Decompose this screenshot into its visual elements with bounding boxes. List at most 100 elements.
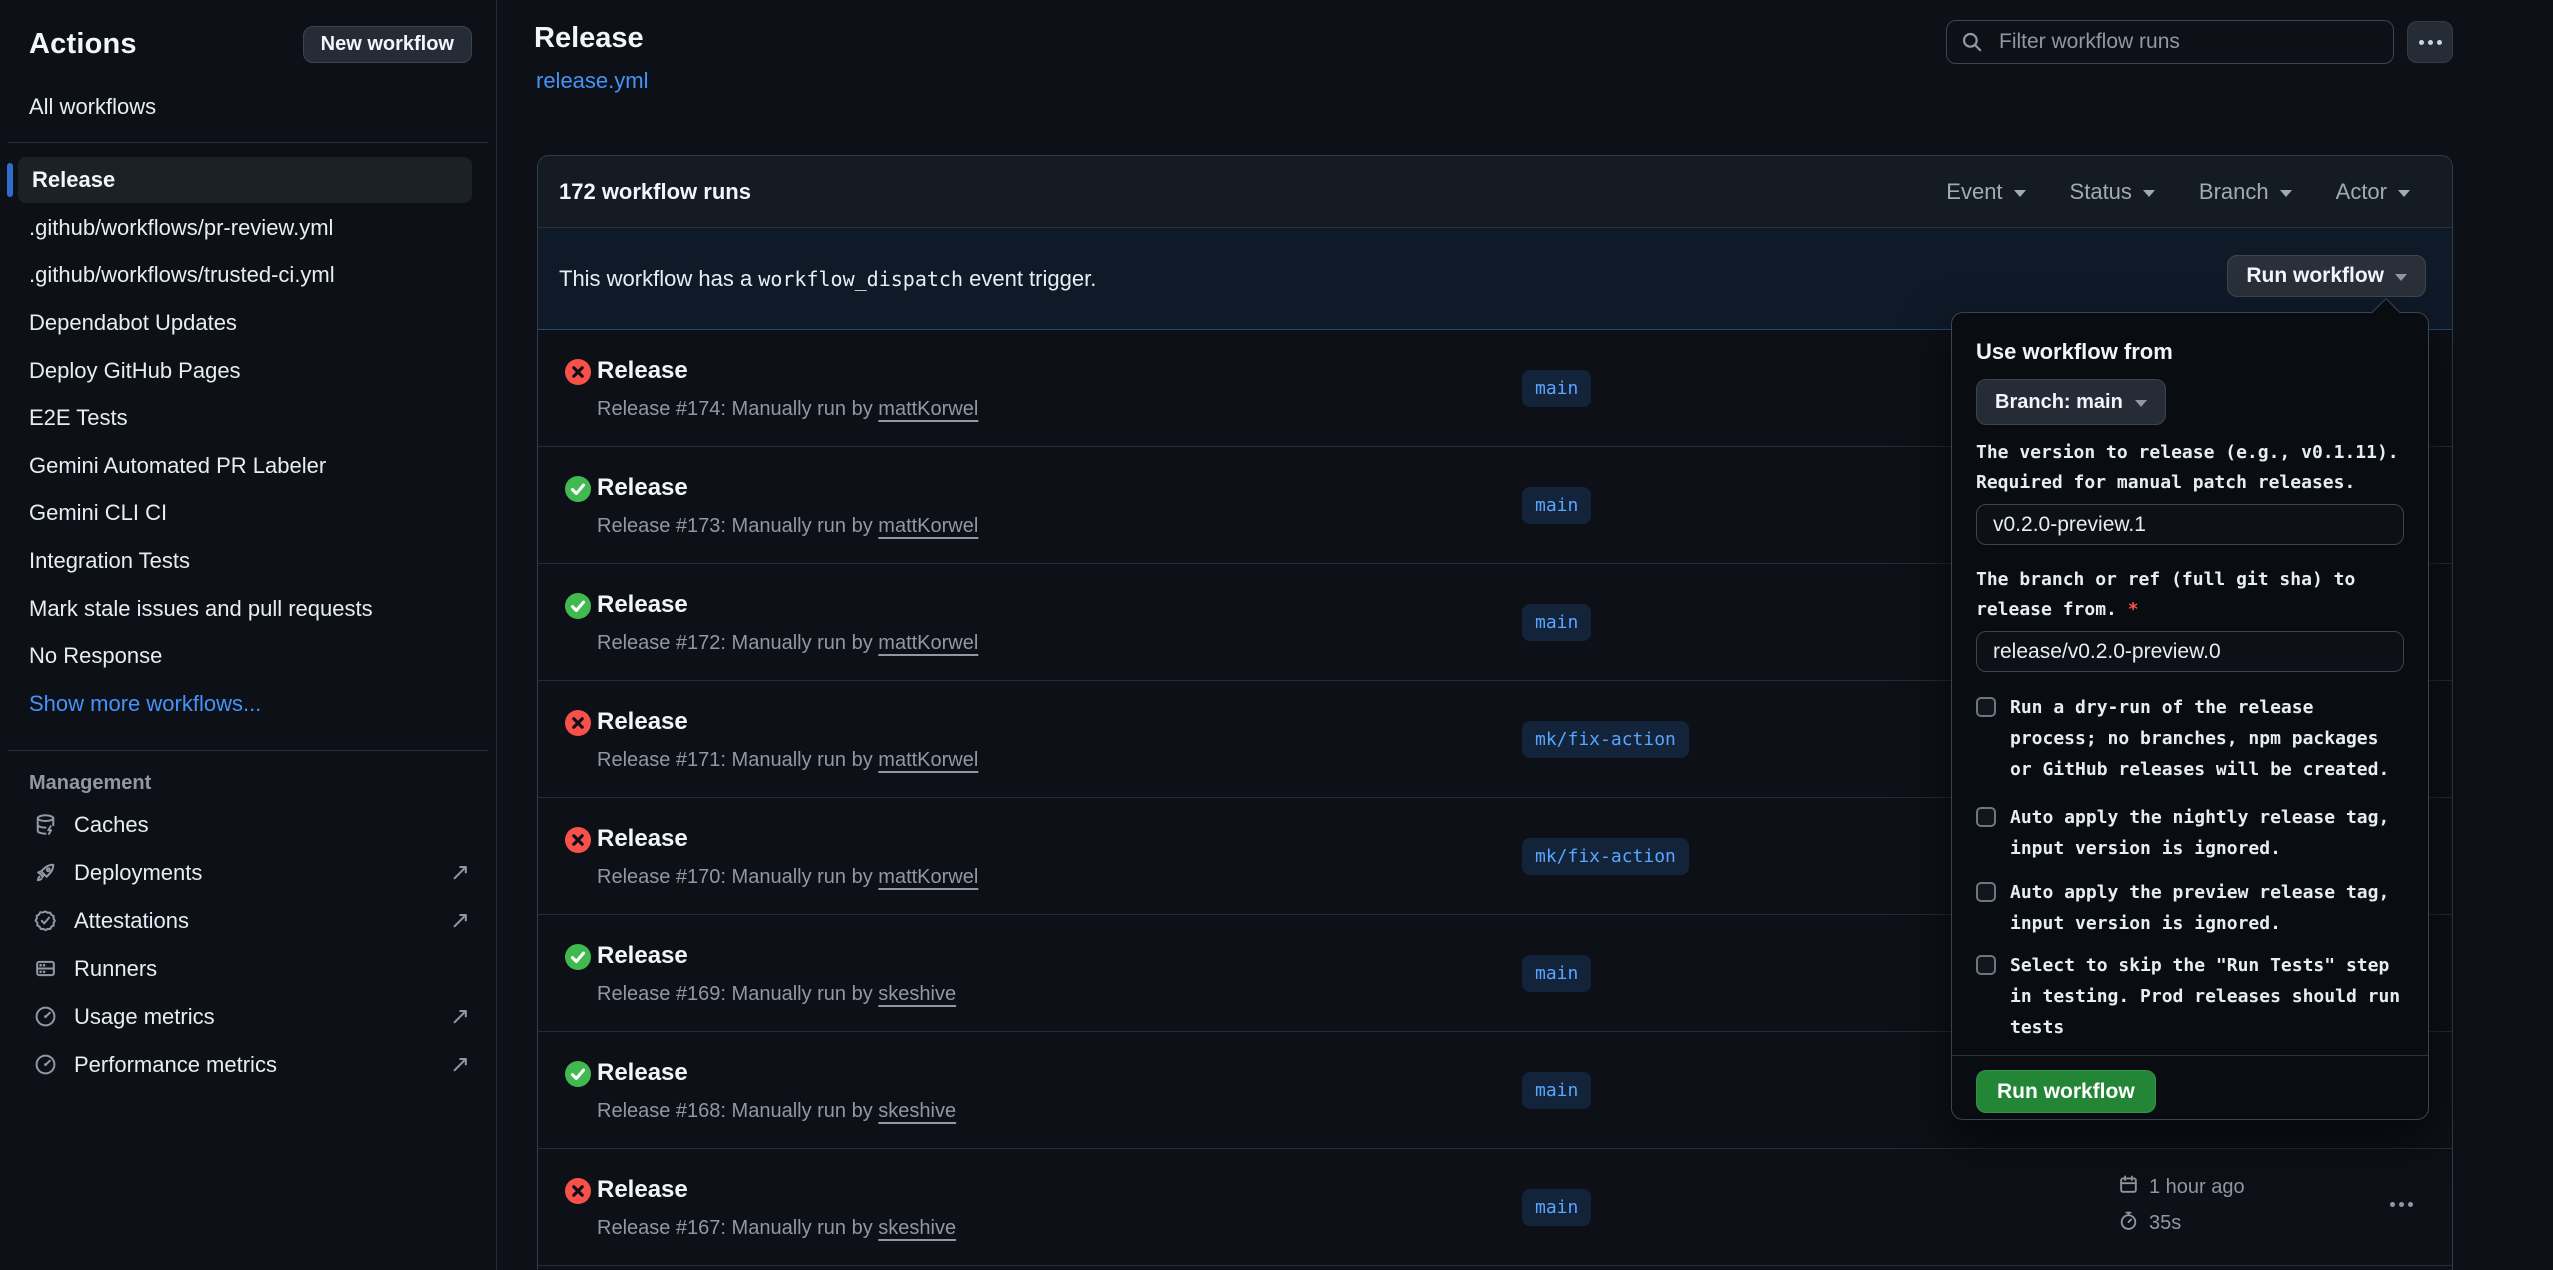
runs-count: 172 workflow runs	[559, 179, 751, 205]
sidebar-item-performance-metrics[interactable]: Performance metrics ↗	[0, 1041, 496, 1089]
checkbox-input[interactable]	[1976, 955, 1996, 975]
sidebar-item-deploy-github-pages[interactable]: Deploy GitHub Pages	[0, 347, 496, 395]
sidebar-item-usage-metrics[interactable]: Usage metrics↗	[0, 993, 496, 1041]
branch-badge[interactable]: main	[1522, 370, 1591, 407]
panel-checkboxes: Run a dry-run of the release process; no…	[1976, 692, 2404, 1043]
run-description: Release #168: Manually run by skeshive	[597, 1100, 956, 1123]
run-options-kebab-button[interactable]	[2383, 1191, 2419, 1217]
chevron-down-icon	[2398, 190, 2410, 197]
filter-workflow-runs-input[interactable]	[1946, 20, 2394, 64]
branch-badge[interactable]: main	[1522, 955, 1591, 992]
filter-label: Branch	[2199, 179, 2269, 205]
field-label-1: The branch or ref (full git sha) to rele…	[1976, 565, 2404, 625]
sidebar-header: Actions New workflow	[0, 0, 496, 63]
branch-badge[interactable]: main	[1522, 604, 1591, 641]
sidebar-item-label: Runners	[74, 956, 157, 982]
actor-link[interactable]: skeshive	[878, 1100, 956, 1122]
actor-link[interactable]: skeshive	[878, 1217, 956, 1239]
checkbox-input[interactable]	[1976, 807, 1996, 827]
run-title-link[interactable]: Release	[597, 1176, 688, 1204]
actor-link[interactable]: skeshive	[878, 983, 956, 1005]
checkbox-row-1: Auto apply the nightly release tag, inpu…	[1976, 802, 2404, 864]
chevron-down-icon	[2280, 190, 2292, 197]
checkbox-input[interactable]	[1976, 697, 1996, 717]
database-icon	[33, 813, 57, 837]
sidebar-item-attestations[interactable]: Attestations↗	[0, 897, 496, 945]
checkbox-row-0: Run a dry-run of the release process; no…	[1976, 692, 2404, 785]
branch-selector-button[interactable]: Branch: main	[1976, 379, 2166, 425]
filter-label: Actor	[2336, 179, 2387, 205]
run-description: Release #174: Manually run by mattKorwel	[597, 398, 978, 421]
success-icon	[565, 476, 591, 502]
run-workflow-submit-button[interactable]: Run workflow	[1976, 1070, 2156, 1113]
sidebar-item-github-workflows-trusted-ci-yml[interactable]: .github/workflows/trusted-ci.yml	[0, 252, 496, 300]
new-workflow-button[interactable]: New workflow	[303, 26, 472, 63]
workflow-options-kebab-button[interactable]	[2407, 21, 2453, 63]
success-icon	[565, 944, 591, 970]
sidebar-item-caches[interactable]: Caches	[0, 801, 496, 849]
run-title-link[interactable]: Release	[597, 708, 688, 736]
checkbox-label: Select to skip the "Run Tests" step in t…	[2010, 950, 2400, 1043]
sidebar-item-label: Performance metrics	[74, 1052, 277, 1078]
run-start-time: 1 hour ago	[2118, 1174, 2245, 1201]
run-title-link[interactable]: Release	[597, 825, 688, 853]
sidebar-item-e2e-tests[interactable]: E2E Tests	[0, 394, 496, 442]
page-title: Release	[534, 22, 644, 55]
sidebar-item-no-response[interactable]: No Response	[0, 632, 496, 680]
branch-badge[interactable]: mk/fix-action	[1522, 838, 1689, 875]
branch-badge[interactable]: mk/fix-action	[1522, 721, 1689, 758]
sidebar-item-all-workflows[interactable]: All workflows	[29, 94, 496, 120]
sidebar-item-gemini-automated-pr-labeler[interactable]: Gemini Automated PR Labeler	[0, 442, 496, 490]
chevron-down-icon	[2135, 400, 2147, 407]
branch-badge[interactable]: main	[1522, 1072, 1591, 1109]
branch-badge[interactable]: main	[1522, 1189, 1591, 1226]
sidebar-item-release[interactable]: Release	[18, 157, 472, 203]
kebab-icon	[2399, 1202, 2404, 1207]
checkbox-label: Run a dry-run of the release process; no…	[2010, 692, 2389, 785]
run-duration-label: 35s	[2149, 1212, 2181, 1235]
run-workflow-dropdown-button[interactable]: Run workflow	[2227, 255, 2426, 297]
panel-divider	[1952, 1055, 2428, 1056]
checkbox-label: Auto apply the nightly release tag, inpu…	[2010, 802, 2389, 864]
calendar-icon	[2118, 1174, 2139, 1201]
sidebar-item-dependabot-updates[interactable]: Dependabot Updates	[0, 299, 496, 347]
chevron-down-icon	[2143, 190, 2155, 197]
actor-link[interactable]: mattKorwel	[878, 398, 978, 420]
kebab-icon	[2428, 40, 2433, 45]
run-title-link[interactable]: Release	[597, 1059, 688, 1087]
checkbox-input[interactable]	[1976, 882, 1996, 902]
actor-link[interactable]: mattKorwel	[878, 632, 978, 654]
filter-label: Event	[1946, 179, 2002, 205]
stopwatch-icon	[2118, 1210, 2139, 1237]
success-icon	[565, 1061, 591, 1087]
actor-link[interactable]: mattKorwel	[878, 866, 978, 888]
sidebar-item-integration-tests[interactable]: Integration Tests	[0, 537, 496, 585]
sidebar-item-github-workflows-pr-review-yml[interactable]: .github/workflows/pr-review.yml	[0, 204, 496, 252]
chevron-down-icon	[2395, 274, 2407, 281]
run-title-link[interactable]: Release	[597, 942, 688, 970]
external-link-icon: ↗	[450, 1053, 470, 1077]
sidebar-show-more-link[interactable]: Show more workflows...	[0, 680, 496, 728]
run-title-link[interactable]: Release	[597, 591, 688, 619]
run-description: Release #167: Manually run by skeshive	[597, 1217, 956, 1240]
sidebar-item-runners[interactable]: Runners	[0, 945, 496, 993]
sidebar: Actions New workflow All workflows Relea…	[0, 0, 497, 1270]
filter-dropdown-actor[interactable]: Actor	[2336, 179, 2410, 205]
run-title-link[interactable]: Release	[597, 357, 688, 385]
filter-dropdown-event[interactable]: Event	[1946, 179, 2025, 205]
workflow-file-link[interactable]: release.yml	[536, 68, 648, 94]
filter-dropdown-status[interactable]: Status	[2070, 179, 2155, 205]
sidebar-item-mark-stale-issues-and-pull-requests[interactable]: Mark stale issues and pull requests	[0, 585, 496, 633]
sidebar-item-label: Attestations	[74, 908, 189, 934]
field-input-1[interactable]	[1976, 631, 2404, 672]
field-input-0[interactable]	[1976, 504, 2404, 545]
actor-link[interactable]: mattKorwel	[878, 749, 978, 771]
checkbox-label: Auto apply the preview release tag, inpu…	[2010, 877, 2389, 939]
actor-link[interactable]: mattKorwel	[878, 515, 978, 537]
sidebar-item-deployments[interactable]: Deployments↗	[0, 849, 496, 897]
sidebar-item-gemini-cli-ci[interactable]: Gemini CLI CI	[0, 490, 496, 538]
run-title-link[interactable]: Release	[597, 474, 688, 502]
run-duration: 35s	[2118, 1210, 2245, 1237]
filter-dropdown-branch[interactable]: Branch	[2199, 179, 2292, 205]
branch-badge[interactable]: main	[1522, 487, 1591, 524]
